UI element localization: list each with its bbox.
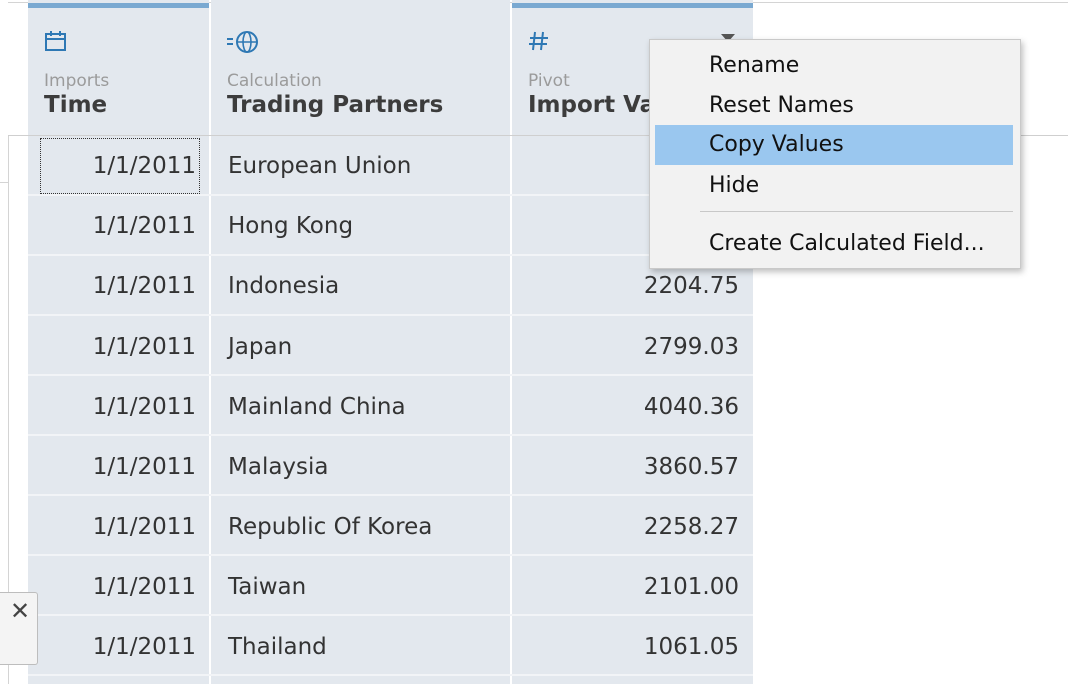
close-icon[interactable]: ✕: [10, 597, 30, 625]
value-cell[interactable]: 2204.75: [644, 271, 739, 301]
row-separator: [28, 374, 753, 376]
menu-item-label: Copy Values: [709, 132, 844, 157]
value-cell[interactable]: 2101.00: [644, 572, 739, 602]
column-context-menu: Rename Reset Names Copy Values Hide Crea…: [649, 39, 1021, 269]
globe-calc-icon[interactable]: [227, 30, 261, 58]
selected-cell-focus: [40, 138, 200, 194]
close-panel-button[interactable]: ✕: [0, 592, 38, 665]
column-type-label: Imports: [44, 71, 110, 91]
menu-item-reset-names[interactable]: Reset Names: [655, 86, 1013, 126]
value-cell[interactable]: 1061.05: [644, 632, 739, 662]
column-header-time[interactable]: Imports Time: [28, 8, 209, 135]
menu-separator: [700, 211, 1013, 212]
value-cell[interactable]: 2799.03: [644, 332, 739, 362]
time-cell[interactable]: 1/1/2011: [93, 512, 196, 542]
column-title[interactable]: Time: [44, 92, 107, 118]
partner-cell[interactable]: Thailand: [228, 632, 327, 662]
left-border-stub: [0, 182, 8, 183]
partner-cell[interactable]: Japan: [228, 332, 292, 362]
time-cell[interactable]: 1/1/2011: [93, 632, 196, 662]
row-separator: [28, 194, 753, 196]
value-cell[interactable]: 2258.27: [644, 512, 739, 542]
time-cell[interactable]: 1/1/2011: [93, 332, 196, 362]
time-cell[interactable]: 1/1/2011: [93, 392, 196, 422]
partner-cell[interactable]: Mainland China: [228, 392, 406, 422]
value-cell[interactable]: 4040.36: [644, 392, 739, 422]
row-separator: [28, 554, 753, 556]
column-type-label: Calculation: [227, 71, 322, 91]
menu-item-hide[interactable]: Hide: [655, 166, 1013, 206]
data-grid: Imports Time Calculation Trading Partner…: [28, 0, 753, 684]
menu-item-label: Create Calculated Field...: [709, 231, 985, 256]
menu-item-label: Reset Names: [709, 93, 854, 118]
time-cell[interactable]: 1/1/2011: [93, 271, 196, 301]
partner-cell[interactable]: Taiwan: [228, 572, 306, 602]
row-separator: [28, 314, 753, 316]
menu-item-label: Rename: [709, 53, 800, 78]
time-cell[interactable]: 1/1/2011: [93, 572, 196, 602]
row-separator: [28, 434, 753, 436]
calendar-icon[interactable]: [44, 30, 68, 56]
time-cell[interactable]: 1/1/2011: [93, 211, 196, 241]
row-separator: [28, 494, 753, 496]
partner-cell[interactable]: Indonesia: [228, 271, 339, 301]
menu-item-label: Hide: [709, 173, 760, 198]
menu-item-create-calculated-field[interactable]: Create Calculated Field...: [655, 224, 1013, 264]
partner-cell[interactable]: European Union: [228, 151, 411, 181]
row-separator: [28, 614, 753, 616]
value-cell[interactable]: 3860.57: [644, 452, 739, 482]
partner-cell[interactable]: Hong Kong: [228, 211, 353, 241]
hash-icon[interactable]: [528, 30, 550, 56]
partner-cell[interactable]: Republic Of Korea: [228, 512, 432, 542]
partner-cell[interactable]: Malaysia: [228, 452, 329, 482]
menu-item-rename[interactable]: Rename: [655, 46, 1013, 86]
row-separator: [28, 254, 753, 256]
menu-item-copy-values[interactable]: Copy Values: [655, 125, 1013, 165]
time-cell[interactable]: 1/1/2011: [93, 452, 196, 482]
row-separator: [28, 674, 753, 676]
column-type-label: Pivot: [528, 71, 570, 91]
column-header-trading-partners[interactable]: Calculation Trading Partners: [211, 0, 510, 135]
column-title[interactable]: Trading Partners: [227, 92, 443, 118]
